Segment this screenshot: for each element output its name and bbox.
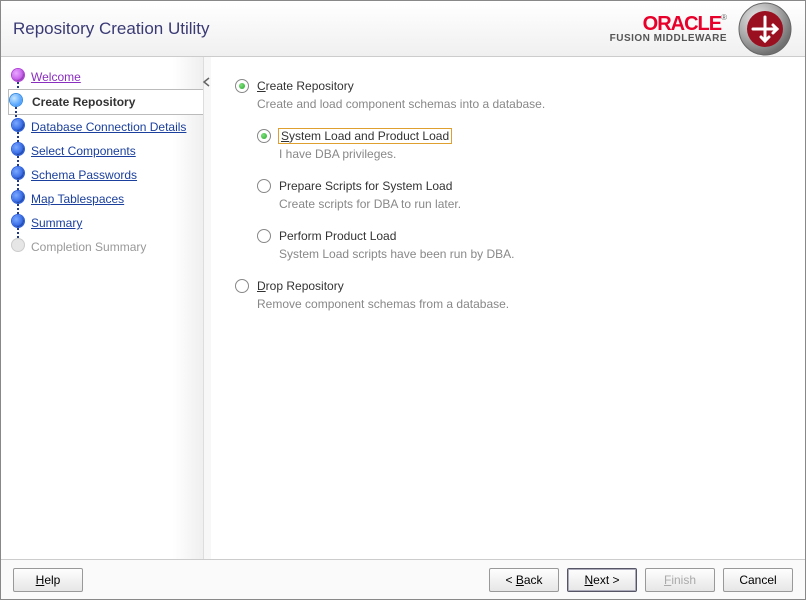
help-button[interactable]: Help (13, 568, 83, 592)
step-bullet-icon (12, 167, 24, 179)
footer: Help < Back Next > Finish Cancel (1, 559, 805, 599)
option-drop-repository[interactable]: Drop Repository (235, 279, 785, 293)
header-branding: ORACLE® FUSION MIDDLEWARE (610, 1, 793, 57)
step-label: Welcome (31, 70, 81, 84)
option-system-and-product-load[interactable]: System Load and Product Load (257, 129, 785, 143)
radio-system-and-product-load[interactable] (257, 129, 271, 143)
step-label: Schema Passwords (31, 168, 137, 182)
oracle-logo: ORACLE® (610, 14, 727, 34)
finish-button: Finish (645, 568, 715, 592)
step-bullet-icon (12, 215, 24, 227)
step-bullet-icon (12, 191, 24, 203)
rcu-window: Repository Creation Utility ORACLE® FUSI… (0, 0, 806, 600)
splitter[interactable] (203, 57, 211, 559)
step-bullet-icon (12, 143, 24, 155)
step-label: Summary (31, 216, 82, 230)
option-desc: Create and load component schemas into a… (257, 97, 785, 111)
option-perform-product-load[interactable]: Perform Product Load (257, 229, 785, 243)
option-prepare-scripts[interactable]: Prepare Scripts for System Load (257, 179, 785, 193)
step-completion-summary: Completion Summary (11, 235, 203, 259)
option-create-repository[interactable]: Create Repository (235, 79, 785, 93)
radio-drop-repository[interactable] (235, 279, 249, 293)
option-desc: Remove component schemas from a database… (257, 297, 785, 311)
step-summary[interactable]: Summary (11, 211, 203, 235)
header: Repository Creation Utility ORACLE® FUSI… (1, 1, 805, 57)
oracle-logo-block: ORACLE® FUSION MIDDLEWARE (610, 14, 727, 44)
step-bullet-icon (12, 119, 24, 131)
step-bullet-icon (12, 69, 24, 81)
radio-create-repository[interactable] (235, 79, 249, 93)
option-label: Perform Product Load (279, 229, 396, 243)
option-desc: System Load scripts have been run by DBA… (279, 247, 785, 261)
wizard-sidebar: Welcome Create Repository Database Conne… (1, 57, 203, 559)
oracle-subtitle: FUSION MIDDLEWARE (610, 34, 727, 44)
chevron-left-icon (202, 77, 212, 87)
registered-icon: ® (721, 13, 727, 22)
step-label: Completion Summary (31, 240, 146, 254)
step-map-tablespaces[interactable]: Map Tablespaces (11, 187, 203, 211)
step-label: Database Connection Details (31, 120, 186, 134)
fusion-orb-icon (737, 1, 793, 57)
step-db-connection[interactable]: Database Connection Details (11, 115, 203, 139)
option-label: Drop Repository (257, 279, 344, 293)
step-welcome[interactable]: Welcome (11, 65, 203, 89)
option-desc: Create scripts for DBA to run later. (279, 197, 785, 211)
page-title: Repository Creation Utility (13, 19, 210, 39)
radio-perform-product-load[interactable] (257, 229, 271, 243)
radio-prepare-scripts[interactable] (257, 179, 271, 193)
option-desc: I have DBA privileges. (279, 147, 785, 161)
step-label: Create Repository (32, 95, 135, 109)
next-button[interactable]: Next > (567, 568, 637, 592)
option-label: Create Repository (257, 79, 354, 93)
wizard-steps: Welcome Create Repository Database Conne… (11, 65, 203, 259)
option-label: System Load and Product Load (279, 129, 451, 143)
option-label: Prepare Scripts for System Load (279, 179, 452, 193)
step-label: Select Components (31, 144, 136, 158)
step-schema-passwords[interactable]: Schema Passwords (11, 163, 203, 187)
step-label: Map Tablespaces (31, 192, 124, 206)
main-panel: Create Repository Create and load compon… (211, 57, 805, 559)
body: Welcome Create Repository Database Conne… (1, 57, 805, 559)
step-bullet-icon (10, 94, 22, 106)
cancel-button[interactable]: Cancel (723, 568, 793, 592)
create-sub-options: System Load and Product Load I have DBA … (257, 129, 785, 261)
step-create-repository[interactable]: Create Repository (8, 89, 203, 115)
step-bullet-icon (12, 239, 24, 251)
back-button[interactable]: < Back (489, 568, 559, 592)
step-select-components[interactable]: Select Components (11, 139, 203, 163)
